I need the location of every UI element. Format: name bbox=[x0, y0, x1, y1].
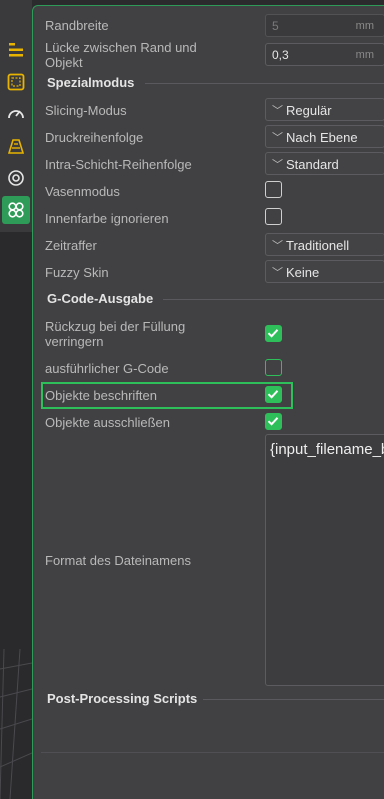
reduce-infill-retraction-label: Rückzug bei der Füllung verringern bbox=[45, 319, 186, 349]
chevron-down-icon: ﹀ bbox=[272, 159, 283, 171]
label-objects-checkbox[interactable] bbox=[265, 386, 282, 403]
settings-panel: Randbreite 5 mm Lücke zwischen Rand und … bbox=[32, 5, 384, 799]
section-divider bbox=[203, 699, 384, 700]
section-divider bbox=[145, 83, 384, 84]
brim-width-label: Randbreite bbox=[45, 18, 109, 33]
others-icon[interactable] bbox=[2, 196, 30, 224]
brim-gap-value: 0,3 bbox=[272, 48, 289, 62]
brim-gap-unit: mm bbox=[355, 49, 374, 61]
spiral-vase-checkbox[interactable] bbox=[265, 181, 282, 198]
slicing-mode-label: Slicing-Modus bbox=[45, 103, 127, 118]
filename-format-textarea[interactable]: {input_filename_b bbox=[265, 434, 384, 686]
fuzzy-skin-select[interactable]: ﹀ Keine bbox=[265, 260, 384, 283]
verbose-gcode-checkbox[interactable] bbox=[265, 359, 282, 376]
print-sequence-select[interactable]: ﹀ Nach Ebene bbox=[265, 125, 384, 148]
filename-format-label: Format des Dateinamens bbox=[45, 553, 191, 568]
print-sequence-value: Nach Ebene bbox=[286, 130, 358, 145]
timelapse-value: Traditionell bbox=[286, 238, 350, 253]
reduce-infill-retraction-checkbox[interactable] bbox=[265, 325, 282, 342]
fuzzy-skin-value: Keine bbox=[286, 265, 320, 280]
intra-layer-order-select[interactable]: ﹀ Standard bbox=[265, 152, 384, 175]
fuzzy-skin-label: Fuzzy Skin bbox=[45, 265, 109, 280]
verbose-gcode-label: ausführlicher G-Code bbox=[45, 361, 169, 376]
check-icon bbox=[267, 390, 279, 399]
brim-gap-label: Lücke zwischen Rand und Objekt bbox=[45, 40, 197, 70]
intra-layer-order-label: Intra-Schicht-Reihenfolge bbox=[45, 157, 192, 172]
spiral-vase-label: Vasenmodus bbox=[45, 184, 120, 199]
support-icon[interactable] bbox=[2, 132, 30, 160]
chevron-down-icon: ﹀ bbox=[272, 132, 283, 144]
check-icon bbox=[267, 329, 279, 338]
multimaterial-icon[interactable] bbox=[2, 164, 30, 192]
filename-format-value: {input_filename_b bbox=[270, 441, 384, 458]
sidebar bbox=[0, 0, 32, 232]
quality-icon[interactable] bbox=[2, 36, 30, 64]
timelapse-label: Zeitraffer bbox=[45, 238, 97, 253]
chevron-down-icon: ﹀ bbox=[272, 240, 283, 252]
ignore-inner-color-checkbox[interactable] bbox=[265, 208, 282, 225]
chevron-down-icon: ﹀ bbox=[272, 105, 283, 117]
strength-icon[interactable] bbox=[2, 68, 30, 96]
check-icon bbox=[267, 417, 279, 426]
exclude-objects-label: Objekte ausschließen bbox=[45, 415, 171, 430]
divider bbox=[41, 752, 384, 753]
section-special-mode: Spezialmodus bbox=[47, 75, 135, 90]
label-objects-label: Objekte beschriften bbox=[45, 388, 158, 403]
slicing-mode-value: Regulär bbox=[286, 103, 332, 118]
chevron-down-icon: ﹀ bbox=[272, 267, 283, 279]
brim-width-input[interactable]: 5 mm bbox=[265, 14, 384, 37]
build-plate-grid bbox=[0, 649, 32, 799]
brim-width-value: 5 bbox=[272, 19, 279, 33]
slicing-mode-select[interactable]: ﹀ Regulär bbox=[265, 98, 384, 121]
speed-icon[interactable] bbox=[2, 100, 30, 128]
brim-width-unit: mm bbox=[355, 20, 374, 32]
section-gcode-output: G-Code-Ausgabe bbox=[47, 291, 154, 306]
section-divider bbox=[163, 299, 384, 300]
intra-layer-order-value: Standard bbox=[286, 157, 339, 172]
brim-gap-input[interactable]: 0,3 mm bbox=[265, 43, 384, 66]
ignore-inner-color-label: Innenfarbe ignorieren bbox=[45, 211, 169, 226]
viewport-edge[interactable] bbox=[0, 232, 32, 799]
section-post-processing: Post-Processing Scripts bbox=[47, 691, 198, 706]
exclude-objects-checkbox[interactable] bbox=[265, 413, 282, 430]
timelapse-select[interactable]: ﹀ Traditionell bbox=[265, 233, 384, 256]
print-sequence-label: Druckreihenfolge bbox=[45, 130, 144, 145]
